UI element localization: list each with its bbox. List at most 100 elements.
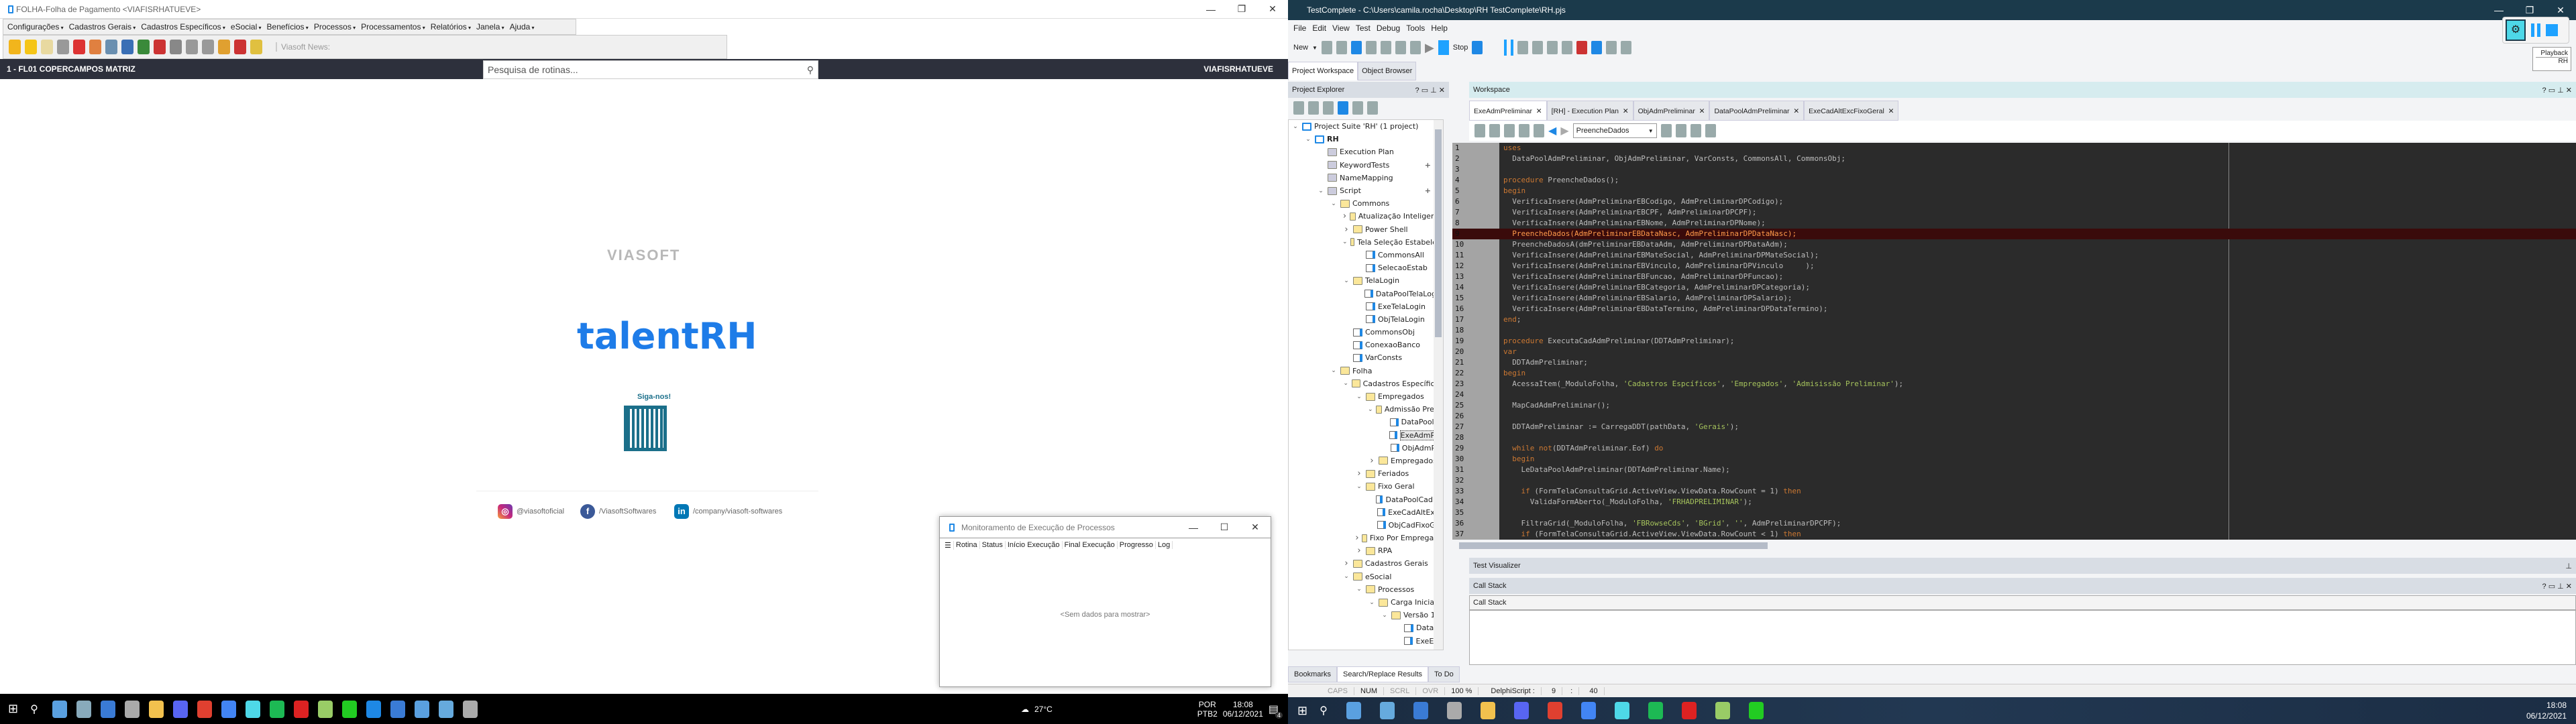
tree-item[interactable]: Execution Plan [1289,145,1443,158]
close-icon[interactable]: ✕ [1884,107,1894,115]
chevron-right-icon[interactable]: › [1355,533,1359,543]
social-instagram[interactable]: ◎ @viasoftoficial [498,504,564,519]
bottom-tab[interactable]: Bookmarks [1288,666,1338,682]
horizontal-scrollbar[interactable] [1452,540,2576,551]
chevron-right-icon[interactable]: › [1355,546,1363,556]
pause-icon[interactable] [2531,23,2540,37]
chevron-down-icon[interactable]: ⌄ [1355,483,1363,490]
taskbar-app-icon[interactable] [1748,702,1764,719]
favorite-star-icon[interactable] [25,40,37,54]
routine-search-input[interactable]: Pesquisa de rotinas... ⚲ [483,60,818,79]
tree-item[interactable]: ⌄ Script + [1289,184,1443,197]
menu-item[interactable]: File [1293,23,1306,33]
editor-tab[interactable]: ObjAdmPreliminar ✕ [1633,101,1710,121]
taskbar-app-icon[interactable] [1379,702,1395,719]
tree-item[interactable]: ⌄ TelaLogin [1289,274,1443,287]
chevron-down-icon[interactable]: ⌄ [1342,380,1349,387]
start-button[interactable]: ⊞ [8,702,18,716]
search-doc-icon[interactable] [41,40,53,54]
chevron-down-icon[interactable]: ⌄ [1342,278,1350,284]
open-icon[interactable] [1321,41,1332,54]
restore-button[interactable]: ❐ [1226,3,1257,15]
add-worker-icon[interactable] [154,40,166,54]
comment-icon[interactable] [1504,124,1515,137]
taskbar-app-icon[interactable] [221,700,236,718]
testcomplete-icon[interactable]: ⚙ [2506,19,2526,41]
menu-item[interactable]: Relatórios ▾ [431,22,471,32]
language-indicator[interactable]: POR PTB2 [1197,700,1218,719]
stop-button[interactable]: Stop [1453,44,1468,52]
search-icon[interactable]: ⚲ [30,703,38,716]
tree-item[interactable]: › Atualização Inteligente [1289,210,1443,223]
tree-item[interactable]: ⌄ eSocial [1289,570,1443,583]
remove-icon[interactable] [1352,101,1363,115]
chevron-down-icon[interactable]: ⌄ [1330,367,1338,374]
run-icon[interactable]: ▶ [1425,41,1434,55]
taskbar-app-icon[interactable] [341,700,357,718]
uncomment-icon[interactable] [1519,124,1529,137]
gear-down-icon[interactable] [234,40,246,54]
editor-tab[interactable]: ExeCadAltExcFixoGeral ✕ [1804,101,1899,121]
stop-icon[interactable] [2546,24,2558,36]
routine-dropdown[interactable]: PreencheDados ▼ [1572,123,1657,138]
chevron-down-icon[interactable]: ⌄ [1381,612,1389,619]
panel-controls[interactable]: ? ▭ ⊥ ✕ [2542,86,2572,95]
taskbar-app-icon[interactable] [1648,702,1663,719]
weather-icon[interactable]: ☁ [1021,705,1029,714]
inspect-icon[interactable] [1591,41,1603,54]
taskbar-app-icon[interactable] [172,700,188,718]
weather-temp[interactable]: 27°C [1034,705,1053,714]
tree-item[interactable]: ⌄ Admissão Prelin [1289,403,1443,416]
taskbar-app-icon[interactable] [414,700,429,718]
tree-item[interactable]: DataPoolTelaLogin [1289,287,1443,300]
chevron-right-icon[interactable]: › [1368,456,1376,466]
column-chooser-icon[interactable]: ☰ [943,540,954,550]
tree-item[interactable]: ⌄ Folha [1289,365,1443,377]
tree-item[interactable]: KeywordTests + [1289,159,1443,172]
taskbar-app-icon[interactable] [390,700,405,718]
panel-controls[interactable]: ? ▭ ⊥ ✕ [1415,86,1445,95]
maximize-button[interactable]: ☐ [1209,522,1240,533]
taskbar-app-icon[interactable] [124,700,140,718]
tree-item[interactable]: ⌄ Project Suite 'RH' (1 project) [1289,120,1443,133]
tree-item[interactable]: › Fixo Por Empregado [1289,532,1443,544]
tree-item[interactable]: VarConsts [1289,351,1443,364]
call-stack-list[interactable] [1469,610,2576,665]
chevron-down-icon[interactable]: ⌄ [1355,586,1363,593]
close-button[interactable]: ✕ [1240,522,1271,533]
column-header[interactable]: Final Execução [1063,541,1118,549]
tree-item[interactable]: ObjESo [1289,648,1443,650]
chevron-right-icon[interactable]: › [1342,211,1347,221]
clock[interactable]: 18:08 06/12/2021 [2526,700,2576,721]
chevron-down-icon[interactable]: ⌄ [1368,406,1373,413]
taskbar-app-icon[interactable] [245,700,260,718]
chevron-right-icon[interactable]: › [1342,558,1350,568]
pause-icon[interactable] [1504,40,1514,56]
taskbar-app-icon[interactable] [100,700,115,718]
taskbar-app-icon[interactable] [1547,702,1562,719]
tree-item[interactable]: NameMapping [1289,172,1443,184]
menu-item[interactable]: Edit [1312,23,1326,33]
tree-item[interactable]: ⌄ Empregados [1289,390,1443,403]
gear-15-icon[interactable] [186,40,198,54]
evaluate-icon[interactable] [1562,41,1573,54]
add-icon[interactable]: + [1425,186,1431,195]
tree-item[interactable]: ⌄ Fixo Geral [1289,480,1443,493]
bottom-tab[interactable]: Search/Replace Results [1337,666,1429,682]
exit-door-icon[interactable] [9,40,21,54]
close-button[interactable]: ✕ [2545,5,2576,16]
tree-item[interactable]: ⌄ Commons [1289,197,1443,210]
user-icon[interactable] [1395,41,1406,54]
chevron-down-icon[interactable]: ⌄ [1304,136,1312,143]
tree-item[interactable]: › Feriados [1289,467,1443,480]
chevron-down-icon[interactable]: ⌄ [1291,123,1299,130]
taskbar-app-icon[interactable] [438,700,453,718]
tree-item[interactable]: DataPo [1289,621,1443,634]
tree-item[interactable]: › Cadastros Gerais [1289,557,1443,570]
vertical-scrollbar[interactable] [1434,120,1443,650]
clock[interactable]: 18:08 06/12/2021 [1223,700,1263,719]
tree-item[interactable]: ObjTelaLogin [1289,313,1443,326]
editor-tab[interactable]: [RH] - Execution Plan ✕ [1546,101,1633,121]
tree-item[interactable]: ⌄ RH [1289,133,1443,145]
taskbar-app-icon[interactable] [1681,702,1697,719]
